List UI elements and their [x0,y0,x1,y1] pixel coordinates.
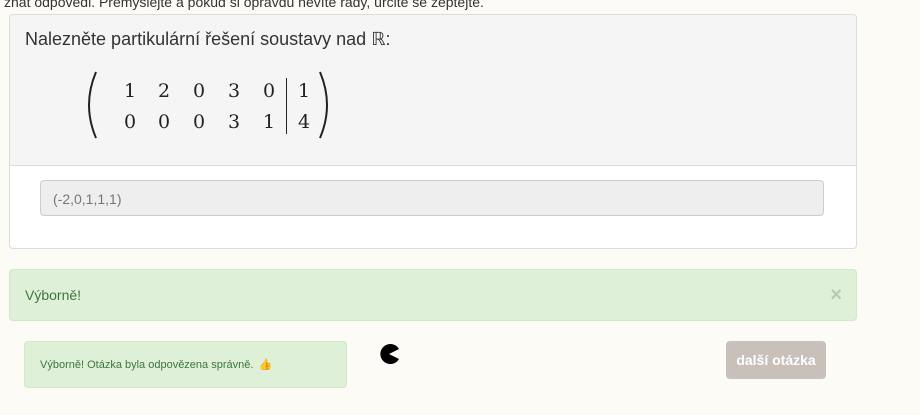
matrix-cell-r2c4: 3 [227,111,241,133]
augmentation-divider [286,78,287,134]
matrix-cell-r2c5: 1 [262,111,276,133]
question-text: Nalezněte partikulární řešení soustavy n… [25,29,391,49]
success-alert-text: Výborně! [25,287,82,303]
left-parenthesis [88,71,97,139]
augmented-matrix: 1 2 0 3 0 1 0 0 0 3 1 4 [82,70,342,150]
matrix-cell-r1c4: 3 [227,80,241,102]
feedback-alert: Výborně! Otázka byla odpovězena správně.… [24,341,347,388]
matrix-rhs-r2: 4 [297,111,311,133]
answer-field[interactable]: (-2,0,1,1,1) [40,180,824,216]
matrix-cell-r1c5: 0 [262,80,276,102]
close-icon[interactable]: × [830,284,842,307]
matrix-cell-r1c2: 2 [157,80,171,102]
matrix-cell-r2c3: 0 [192,111,206,133]
matrix-cell-r1c1: 1 [123,80,137,102]
matrix-cell-r2c1: 0 [123,111,137,133]
right-parenthesis [319,71,328,139]
question-heading: Nalezněte partikulární řešení soustavy n… [10,15,856,166]
thumbs-up-icon: 👍 [258,359,273,371]
matrix-rhs-r1: 1 [297,80,311,102]
success-alert: Výborně! × [9,269,857,321]
intro-text: znát odpovědi. Přemýšlejte a pokud si op… [4,0,484,10]
pacman-icon [380,344,399,364]
feedback-text: Výborně! Otázka byla odpovězena správně. [40,359,254,371]
question-panel: Nalezněte partikulární řešení soustavy n… [9,14,857,249]
next-question-button[interactable]: další otázka [726,341,826,379]
matrix-cell-r1c3: 0 [192,80,206,102]
matrix-cell-r2c2: 0 [157,111,171,133]
